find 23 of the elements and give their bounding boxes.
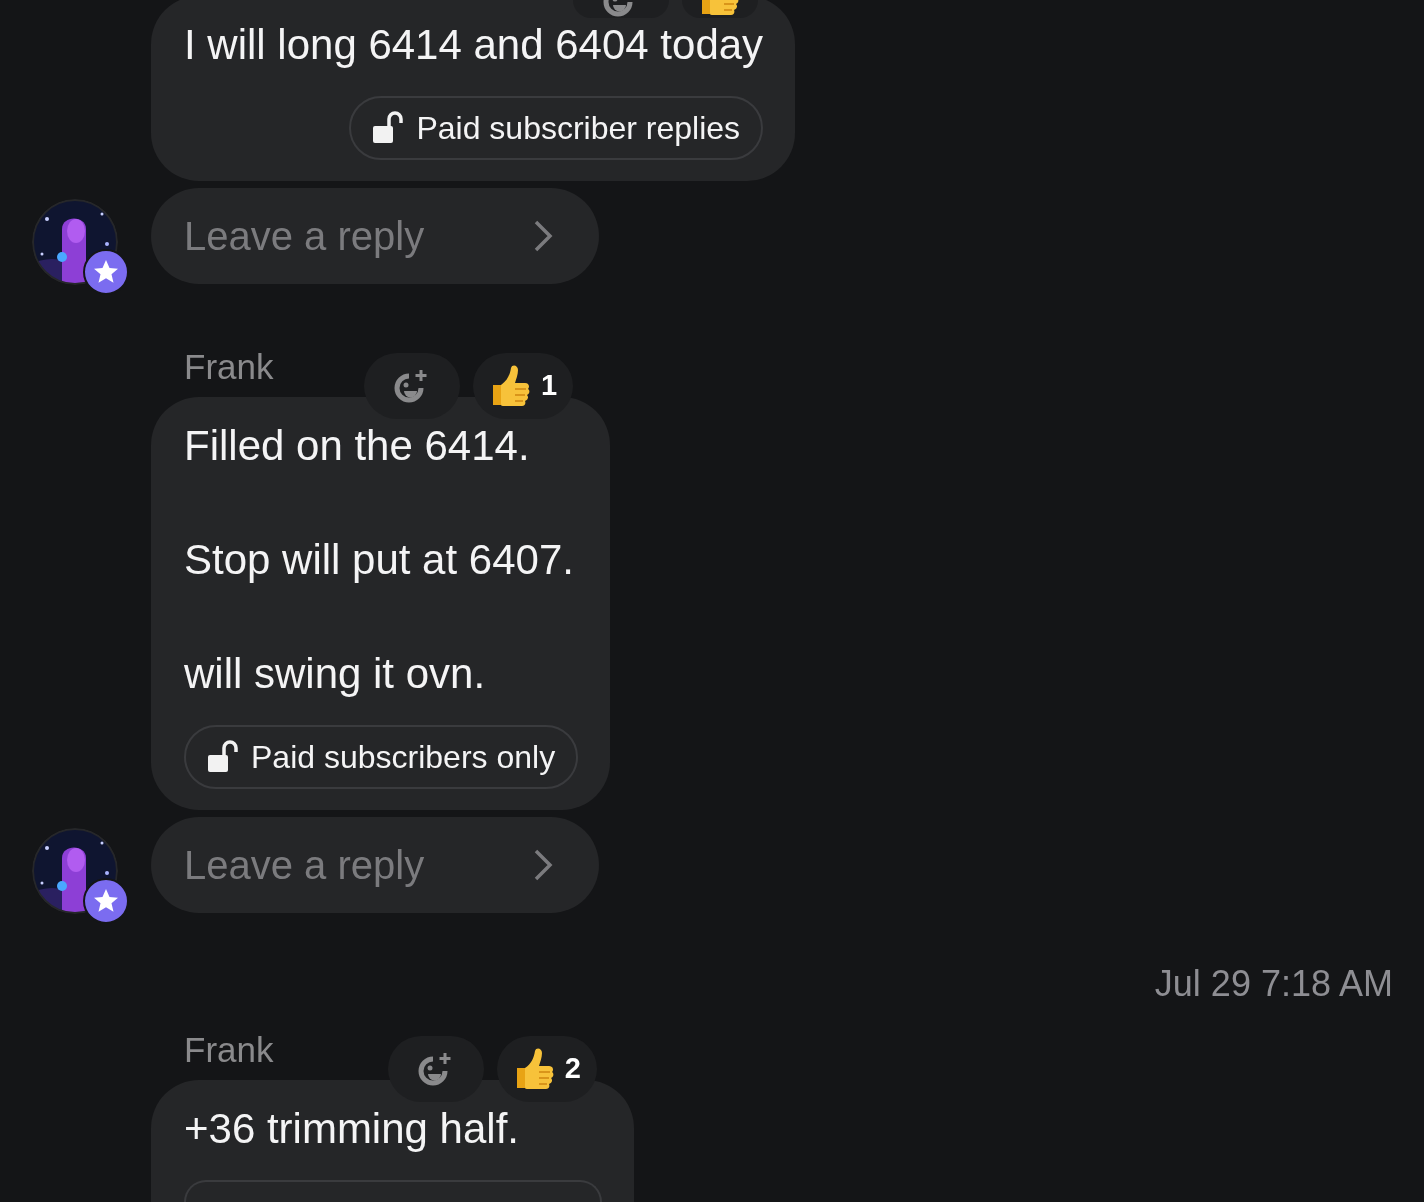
chevron-right-icon — [533, 848, 553, 882]
sender-name: Frank — [184, 347, 274, 387]
message-text: +36 trimming half. — [184, 1106, 520, 1152]
message-text: Stop will put at 6407. — [184, 537, 575, 583]
reaction-chip[interactable] — [682, 0, 759, 18]
reply-field[interactable]: Leave a reply — [151, 188, 599, 284]
chevron-right-icon — [533, 219, 553, 253]
paid-access-chip[interactable]: Paid subscriber replies — [349, 96, 764, 160]
message-text: I will long 6414 and 6404 today — [184, 22, 764, 68]
reply-field[interactable]: Leave a reply — [151, 817, 599, 913]
unlocked-padlock-icon — [207, 740, 241, 774]
reaction-chip[interactable]: 2 — [496, 1036, 597, 1102]
add-reaction-button[interactable] — [573, 0, 670, 18]
star-badge-icon — [83, 249, 129, 295]
message-text: Filled on the 6414. — [184, 423, 531, 469]
sender-name: Frank — [184, 1030, 274, 1070]
paid-access-chip[interactable]: Paid subscribers only — [184, 725, 579, 789]
reaction-chip[interactable]: 1 — [473, 353, 574, 419]
star-badge-icon — [83, 878, 129, 924]
add-reaction-icon — [394, 368, 430, 404]
add-reaction-icon — [417, 1051, 454, 1087]
timestamp: Jul 29 7:18 AM — [1154, 964, 1393, 1004]
message-text: will swing it ovn. — [184, 651, 487, 697]
